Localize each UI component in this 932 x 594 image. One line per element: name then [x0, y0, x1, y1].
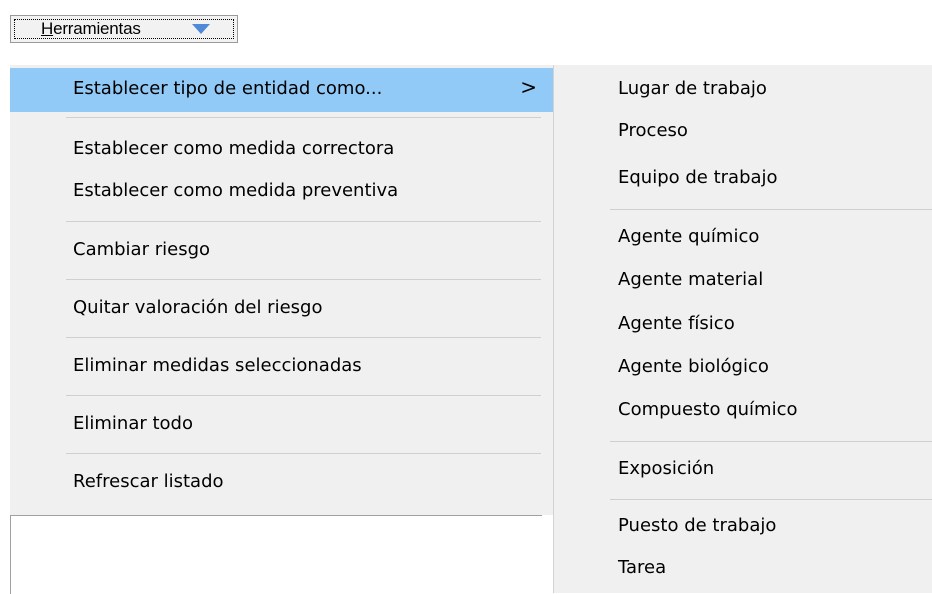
menu-separator	[66, 279, 541, 280]
submenu-item-label: Proceso	[618, 120, 688, 141]
submenu-item-label: Compuesto químico	[618, 399, 798, 420]
menu-item-remove-risk-rating[interactable]: Quitar valoración del riesgo	[10, 287, 553, 331]
menu-separator	[66, 337, 541, 338]
submenu-item-label: Equipo de trabajo	[618, 167, 778, 188]
menu-item-label: Establecer tipo de entidad como...	[73, 78, 383, 99]
submenu-item-label: Lugar de trabajo	[618, 78, 767, 99]
submenu-item-physical-agent[interactable]: Agente físico	[554, 303, 932, 347]
entity-type-submenu: Lugar de trabajo Proceso Equipo de traba…	[553, 65, 932, 593]
submenu-item-biological-agent[interactable]: Agente biológico	[554, 346, 932, 390]
submenu-item-material-agent[interactable]: Agente material	[554, 259, 932, 303]
menu-separator	[66, 221, 541, 222]
submenu-item-label: Agente material	[618, 269, 764, 290]
herramientas-button[interactable]: Herramientas	[10, 15, 238, 43]
submenu-item-workplace[interactable]: Lugar de trabajo	[554, 68, 932, 112]
submenu-item-label: Agente químico	[618, 226, 760, 247]
menu-item-label: Refrescar listado	[73, 471, 224, 492]
menu-separator	[66, 453, 541, 454]
menu-item-label: Eliminar todo	[73, 413, 193, 434]
submenu-item-chemical-compound[interactable]: Compuesto químico	[554, 389, 932, 433]
menu-item-change-risk[interactable]: Cambiar riesgo	[10, 229, 553, 273]
submenu-item-task[interactable]: Tarea	[554, 547, 932, 591]
submenu-item-label: Exposición	[618, 458, 715, 479]
tools-menu: Establecer tipo de entidad como... > Est…	[10, 65, 554, 515]
submenu-item-label: Agente físico	[618, 313, 735, 334]
submenu-item-exposure[interactable]: Exposición	[554, 448, 932, 492]
menu-separator	[610, 441, 932, 442]
menu-separator	[66, 395, 541, 396]
menu-item-set-preventive[interactable]: Establecer como medida preventiva	[10, 170, 553, 214]
menu-item-label: Establecer como medida correctora	[73, 138, 395, 159]
menu-item-set-corrective[interactable]: Establecer como medida correctora	[10, 128, 553, 172]
menu-item-refresh-list[interactable]: Refrescar listado	[10, 461, 553, 505]
submenu-item-label: Tarea	[618, 557, 667, 578]
submenu-item-chemical-agent[interactable]: Agente químico	[554, 216, 932, 260]
menu-item-label: Establecer como medida preventiva	[73, 180, 399, 201]
submenu-item-job-position[interactable]: Puesto de trabajo	[554, 505, 932, 549]
menu-item-delete-all[interactable]: Eliminar todo	[10, 403, 553, 447]
menu-item-delete-selected-measures[interactable]: Eliminar medidas seleccionadas	[10, 345, 553, 389]
submenu-item-process[interactable]: Proceso	[554, 110, 932, 154]
menu-separator	[66, 117, 541, 118]
menu-item-set-entity-type[interactable]: Establecer tipo de entidad como... >	[10, 68, 553, 112]
submenu-item-work-equipment[interactable]: Equipo de trabajo	[554, 157, 932, 201]
chevron-right-icon: >	[520, 75, 537, 99]
menu-item-label: Eliminar medidas seleccionadas	[73, 355, 362, 376]
list-area	[10, 515, 542, 594]
herramientas-label: Herramientas	[41, 19, 141, 38]
menu-separator	[610, 209, 932, 210]
menu-separator	[610, 499, 932, 500]
menu-item-label: Quitar valoración del riesgo	[73, 297, 323, 318]
menu-item-label: Cambiar riesgo	[73, 239, 211, 260]
submenu-item-label: Puesto de trabajo	[618, 515, 777, 536]
triangle-down-icon	[192, 24, 210, 34]
submenu-item-label: Agente biológico	[618, 356, 769, 377]
